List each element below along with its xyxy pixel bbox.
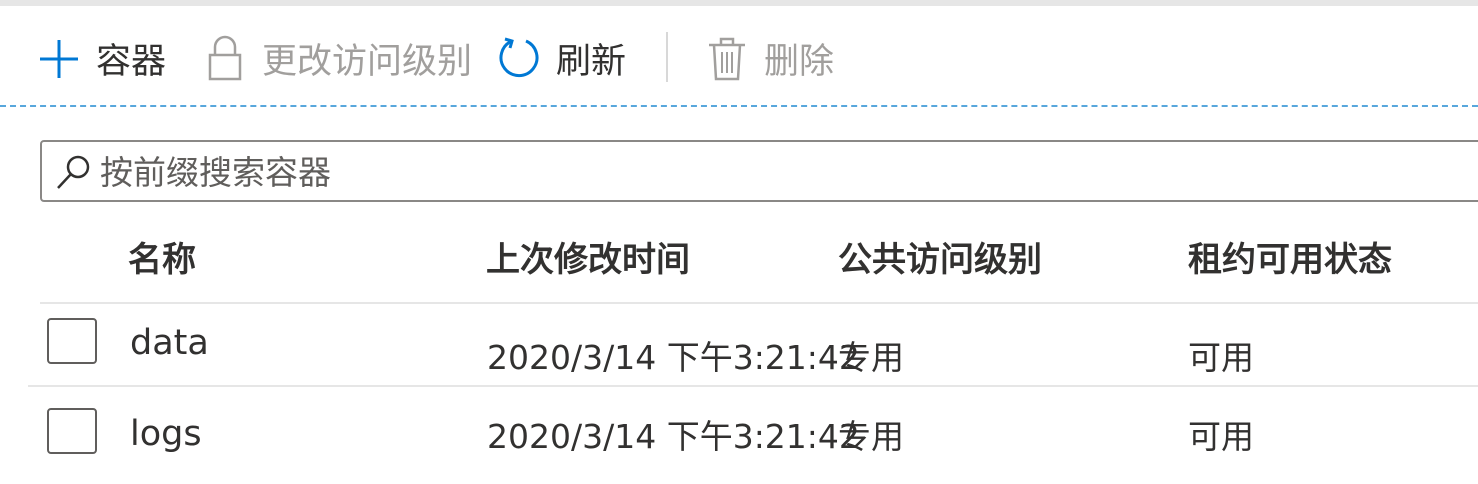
refresh-label: 刷新 — [556, 41, 627, 82]
row-checkbox[interactable] — [47, 408, 97, 454]
lock-icon — [208, 35, 242, 81]
plus-icon — [40, 40, 78, 78]
search-input[interactable] — [100, 148, 1440, 196]
lease-state-cell: 可用 — [1188, 417, 1254, 456]
toolbar-separator — [666, 32, 668, 82]
delete-button[interactable]: 删除 — [706, 30, 834, 86]
header-divider — [40, 302, 1478, 304]
column-header-lease-state[interactable]: 租约可用状态 — [1188, 232, 1392, 281]
column-header-last-modified[interactable]: 上次修改时间 — [486, 232, 690, 281]
command-bar: 容器 更改访问级别 刷新 删除 — [0, 0, 1478, 110]
change-access-level-button[interactable]: 更改访问级别 — [204, 30, 472, 86]
delete-label: 删除 — [764, 41, 835, 82]
change-access-level-label: 更改访问级别 — [262, 41, 473, 82]
table-row[interactable]: data 2020/3/14 下午3:21:42 专用 可用 — [0, 308, 1478, 388]
add-container-label: 容器 — [96, 41, 167, 82]
search-icon — [57, 155, 90, 189]
add-container-button[interactable]: 容器 — [38, 30, 166, 86]
toolbar-focus-line — [0, 105, 1478, 107]
row-divider — [28, 385, 1478, 387]
refresh-icon — [499, 37, 539, 78]
last-modified-cell: 2020/3/14 下午3:21:42 — [487, 417, 860, 456]
container-name-link[interactable]: logs — [130, 414, 202, 454]
column-header-name[interactable]: 名称 — [128, 232, 196, 281]
refresh-button[interactable]: 刷新 — [498, 30, 626, 86]
lease-state-cell: 可用 — [1188, 338, 1254, 377]
last-modified-cell: 2020/3/14 下午3:21:42 — [487, 338, 860, 377]
public-access-cell: 专用 — [838, 338, 904, 377]
container-name-link[interactable]: data — [130, 323, 209, 363]
row-checkbox[interactable] — [47, 318, 97, 364]
public-access-cell: 专用 — [838, 417, 904, 456]
column-header-public-access-level[interactable]: 公共访问级别 — [838, 232, 1042, 281]
trash-icon — [709, 37, 745, 81]
search-box[interactable] — [40, 140, 1478, 202]
table-row[interactable]: logs 2020/3/14 下午3:21:42 专用 可用 — [0, 390, 1478, 470]
